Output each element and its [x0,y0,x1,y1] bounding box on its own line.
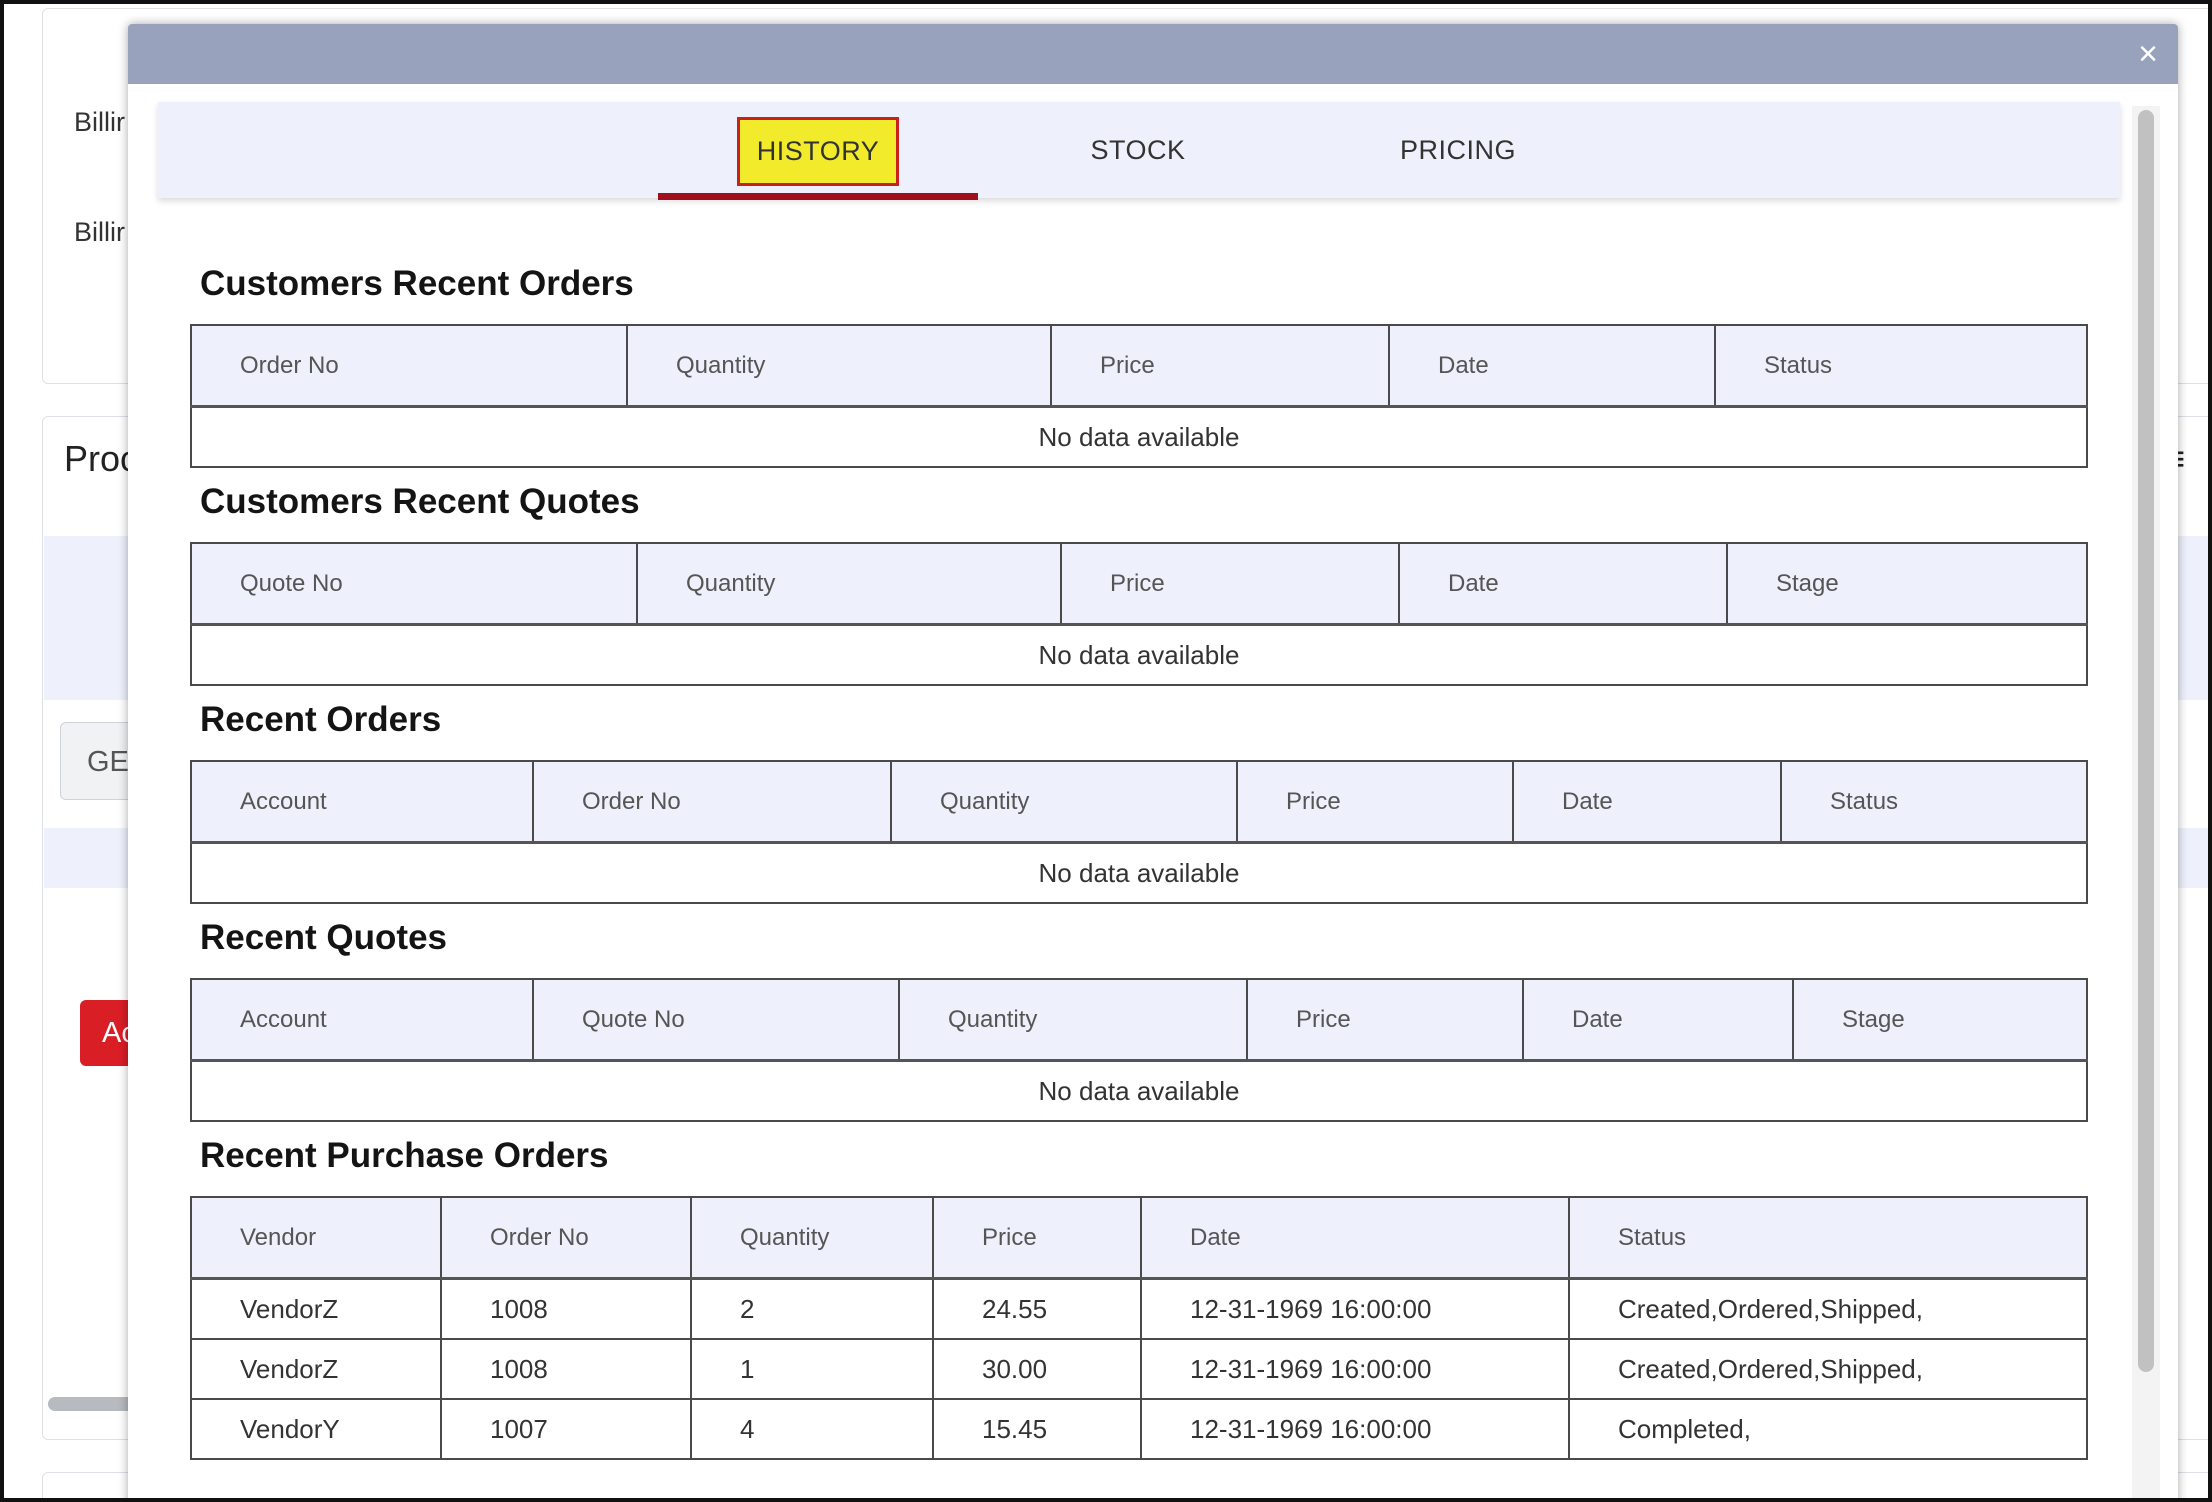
section-title-customers-recent-orders: Customers Recent Orders [200,264,634,303]
customers-recent-quotes-table: Quote No Quantity Price Date Stage No da… [190,542,2088,686]
quantity-cell: 4 [690,1398,934,1460]
active-tab-indicator [658,193,978,200]
status-cell: Created,Ordered,Shipped, [1568,1277,2088,1340]
tab-pricing[interactable]: PRICING [1298,102,1618,198]
tab-history-label: HISTORY [736,117,900,187]
column-header[interactable]: Status [1568,1196,2088,1280]
column-header[interactable]: Vendor [190,1196,442,1280]
column-header[interactable]: Price [1246,978,1524,1062]
column-header[interactable]: Status [1780,760,2088,844]
recent-orders-table: Account Order No Quantity Price Date Sta… [190,760,2088,904]
column-header[interactable]: Date [1140,1196,1570,1280]
tab-pricing-label: PRICING [1399,135,1516,165]
modal-scrollbar-thumb[interactable] [2138,110,2154,1372]
column-header[interactable]: Account [190,760,534,844]
product-history-modal: × HISTORY STOCK PRICING Customers Recent… [128,24,2178,1498]
date-cell: 12-31-1969 16:00:00 [1140,1398,1570,1460]
table-row: VendorY 1007 4 15.45 12-31-1969 16:00:00… [190,1398,2088,1460]
table-header-row: Vendor Order No Quantity Price Date Stat… [190,1196,2088,1280]
billing-label: Billir [74,107,125,137]
empty-message: No data available [190,623,2088,686]
order-no-link[interactable]: 1007 [440,1398,692,1460]
column-header[interactable]: Quote No [532,978,900,1062]
table-row: No data available [190,1059,2088,1122]
empty-message: No data available [190,1059,2088,1122]
table-row: VendorZ 1008 1 30.00 12-31-1969 16:00:00… [190,1338,2088,1400]
date-cell: 12-31-1969 16:00:00 [1140,1277,1570,1340]
table-row: No data available [190,841,2088,904]
column-header[interactable]: Quantity [690,1196,934,1280]
column-header[interactable]: Date [1388,324,1716,408]
table-row: No data available [190,623,2088,686]
date-cell: 12-31-1969 16:00:00 [1140,1338,1570,1400]
billing-label: Billir [74,217,125,247]
modal-header: × [128,24,2178,84]
column-header[interactable]: Date [1522,978,1794,1062]
order-no-link[interactable]: 1008 [440,1277,692,1340]
close-icon[interactable]: × [2128,34,2168,74]
table-row: VendorZ 1008 2 24.55 12-31-1969 16:00:00… [190,1277,2088,1340]
modal-body: HISTORY STOCK PRICING Customers Recent O… [158,102,2120,1498]
section-title-customers-recent-quotes: Customers Recent Quotes [200,482,640,521]
tab-bar: HISTORY STOCK PRICING [158,102,2120,200]
recent-quotes-table: Account Quote No Quantity Price Date Sta… [190,978,2088,1122]
empty-message: No data available [190,405,2088,468]
column-header[interactable]: Quantity [898,978,1248,1062]
products-heading: Proc [64,438,139,479]
section-title-recent-orders: Recent Orders [200,700,442,739]
price-cell: 15.45 [932,1398,1142,1460]
vendor-cell: VendorZ [190,1338,442,1400]
table-header-row: Account Quote No Quantity Price Date Sta… [190,978,2088,1062]
column-header[interactable]: Price [1050,324,1390,408]
column-header[interactable]: Order No [532,760,892,844]
status-cell: Created,Ordered,Shipped, [1568,1338,2088,1400]
order-no-link[interactable]: 1008 [440,1338,692,1400]
column-header[interactable]: Order No [190,324,628,408]
column-header[interactable]: Date [1512,760,1782,844]
column-header[interactable]: Quantity [636,542,1062,626]
page-frame: Billir Billir Proc ≡ GEI Ac × HISTORY ST… [0,0,2212,1502]
vendor-cell: VendorZ [190,1277,442,1340]
column-header[interactable]: Price [1236,760,1514,844]
column-header[interactable]: Price [1060,542,1400,626]
section-title-recent-purchase-orders: Recent Purchase Orders [200,1136,609,1175]
column-header[interactable]: Status [1714,324,2088,408]
status-cell: Completed, [1568,1398,2088,1460]
quantity-cell: 2 [690,1277,934,1340]
recent-purchase-orders-table: Vendor Order No Quantity Price Date Stat… [190,1196,2088,1460]
column-header[interactable]: Stage [1726,542,2088,626]
price-cell: 30.00 [932,1338,1142,1400]
column-header[interactable]: Quote No [190,542,638,626]
table-row: No data available [190,405,2088,468]
section-title-recent-quotes: Recent Quotes [200,918,447,957]
column-header[interactable]: Quantity [890,760,1238,844]
table-header-row: Quote No Quantity Price Date Stage [190,542,2088,626]
table-header-row: Order No Quantity Price Date Status [190,324,2088,408]
tab-history[interactable]: HISTORY [658,102,978,200]
tab-stock-label: STOCK [1090,135,1186,165]
column-header[interactable]: Stage [1792,978,2088,1062]
tab-stock[interactable]: STOCK [978,102,1298,198]
column-header[interactable]: Account [190,978,534,1062]
vendor-cell: VendorY [190,1398,442,1460]
table-header-row: Account Order No Quantity Price Date Sta… [190,760,2088,844]
customers-recent-orders-table: Order No Quantity Price Date Status No d… [190,324,2088,468]
column-header[interactable]: Date [1398,542,1728,626]
quantity-cell: 1 [690,1338,934,1400]
column-header[interactable]: Quantity [626,324,1052,408]
column-header[interactable]: Price [932,1196,1142,1280]
empty-message: No data available [190,841,2088,904]
column-header[interactable]: Order No [440,1196,692,1280]
price-cell: 24.55 [932,1277,1142,1340]
